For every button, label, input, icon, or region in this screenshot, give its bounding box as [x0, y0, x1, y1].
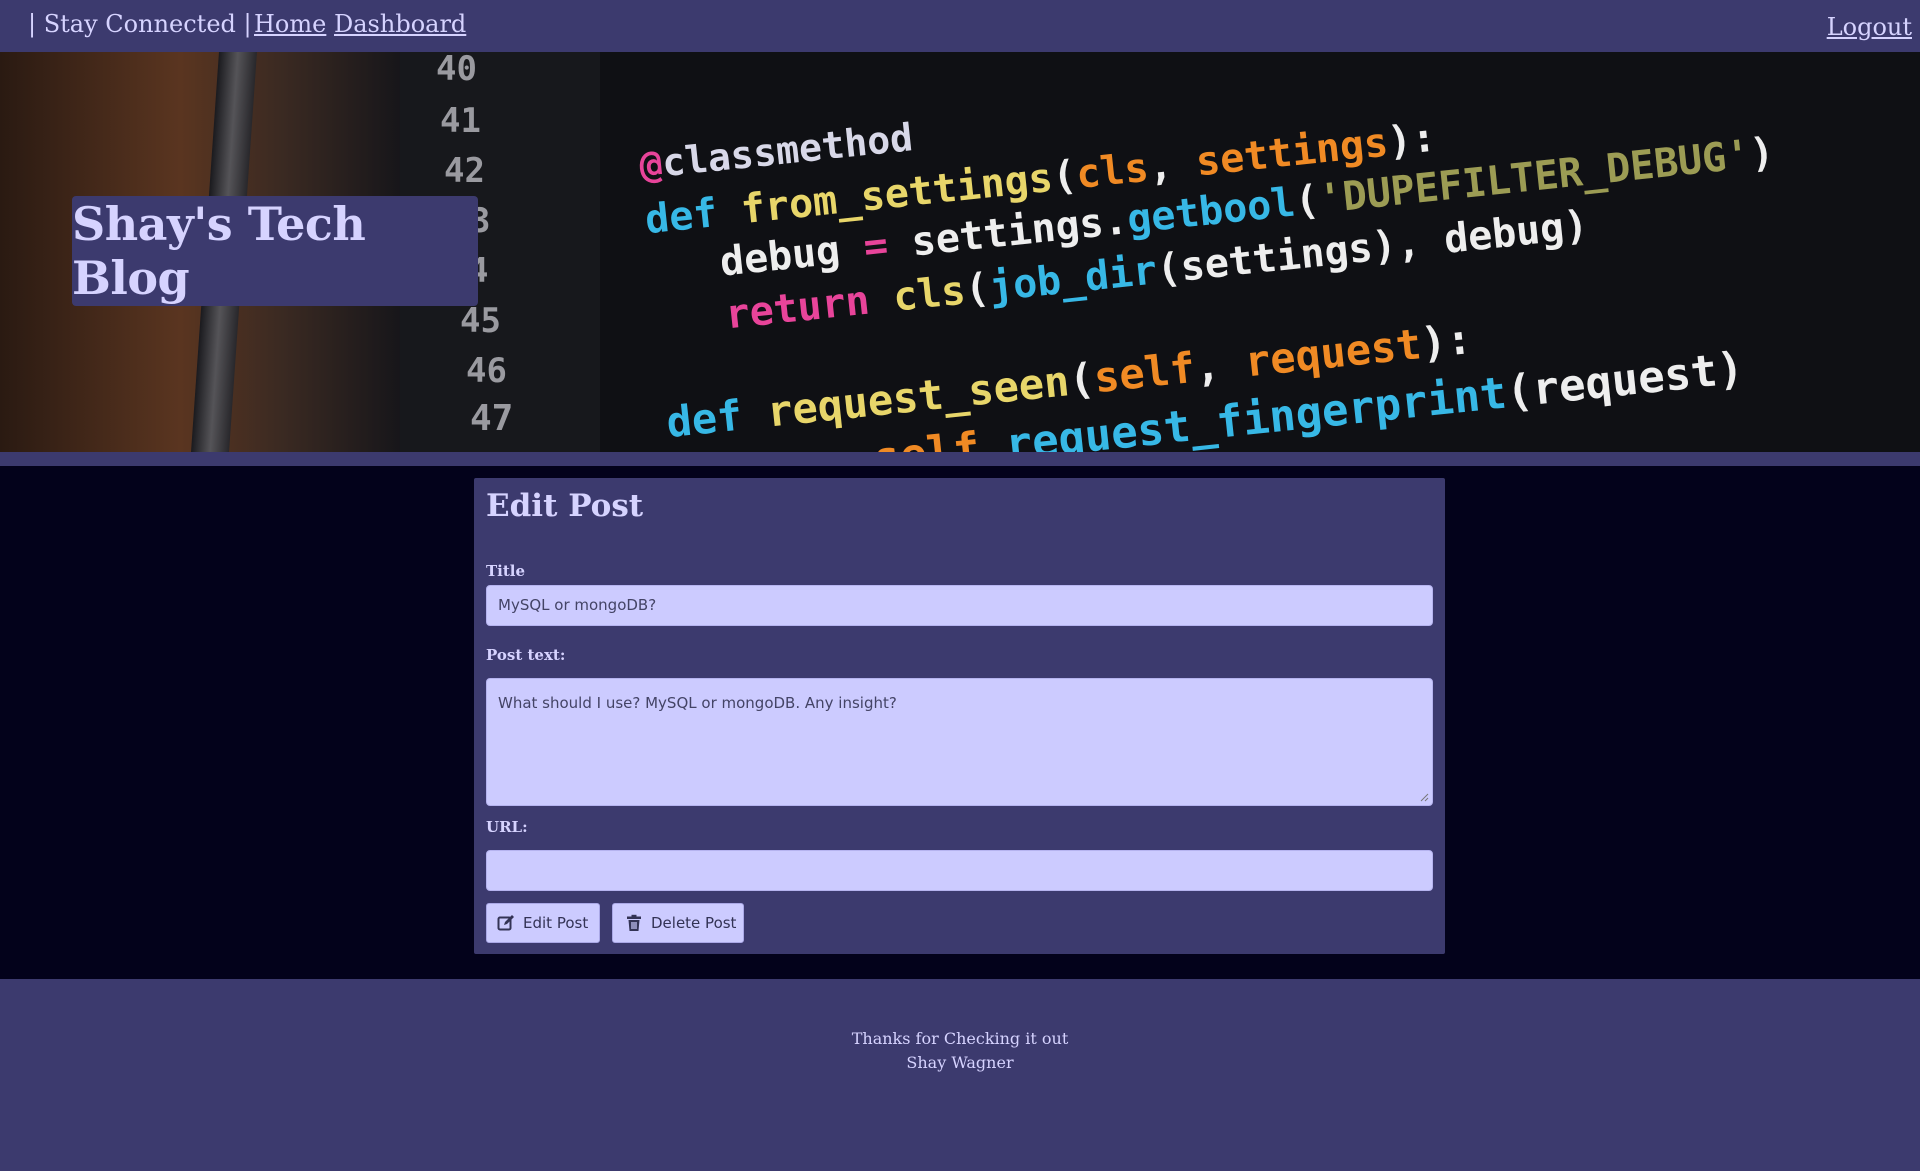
url-input[interactable] [486, 850, 1433, 891]
nav-dashboard-link[interactable]: Dashboard [334, 10, 466, 38]
section-divider [0, 452, 1920, 466]
footer-text: Thanks for Checking it out Shay Wagner [0, 1027, 1920, 1075]
url-label: URL: [486, 818, 528, 836]
post-text-value: What should I use? MySQL or mongoDB. Any… [498, 694, 897, 712]
svg-text:41: 41 [440, 101, 481, 141]
resize-handle-icon[interactable] [1420, 793, 1429, 802]
scrollbar-gutter [1920, 0, 1932, 1171]
svg-text:45: 45 [460, 301, 501, 341]
nav-home-link[interactable]: Home [254, 10, 326, 38]
trash-icon [625, 914, 643, 932]
footer-thanks: Thanks for Checking it out [851, 1029, 1069, 1048]
post-text-label: Post text: [486, 646, 566, 664]
delete-post-label: Delete Post [651, 914, 737, 932]
edit-post-heading: Edit Post [486, 488, 644, 524]
edit-post-card: Edit Post Title MySQL or mongoDB? Post t… [474, 478, 1445, 954]
nav-logout-link[interactable]: Logout [1827, 13, 1912, 41]
delete-post-button[interactable]: Delete Post [612, 903, 744, 943]
main-content: Edit Post Title MySQL or mongoDB? Post t… [0, 466, 1920, 979]
site-brand: | Stay Connected | [28, 10, 252, 38]
site-title: Shay's Tech Blog [72, 197, 366, 305]
edit-icon [497, 914, 515, 932]
svg-text:47: 47 [470, 398, 513, 439]
edit-post-label: Edit Post [523, 914, 589, 932]
svg-text:42: 42 [444, 151, 485, 191]
hero-banner: 40 41 42 3 4 45 46 47 @classmethod def f… [0, 52, 1920, 452]
top-nav: | Stay Connected | Home Dashboard Logout [0, 0, 1920, 52]
title-input[interactable]: MySQL or mongoDB? [486, 585, 1433, 626]
svg-text:40: 40 [436, 52, 477, 89]
svg-text:46: 46 [466, 351, 507, 391]
edit-post-button[interactable]: Edit Post [486, 903, 600, 943]
footer: Thanks for Checking it out Shay Wagner [0, 979, 1920, 1171]
footer-author: Shay Wagner [906, 1053, 1014, 1072]
page: | Stay Connected | Home Dashboard Logout… [0, 0, 1920, 1171]
title-label: Title [486, 562, 526, 580]
post-text-area[interactable]: What should I use? MySQL or mongoDB. Any… [486, 678, 1433, 806]
hero-title-box: Shay's Tech Blog [72, 196, 478, 306]
